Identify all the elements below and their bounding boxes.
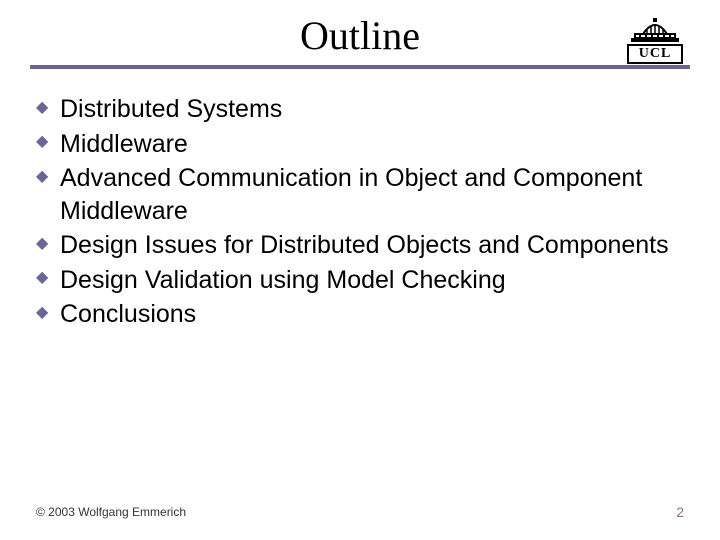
list-item: Conclusions [36, 298, 684, 331]
list-item: Advanced Communication in Object and Com… [36, 162, 684, 227]
dome-icon [631, 16, 679, 42]
list-item: Design Issues for Distributed Objects an… [36, 229, 684, 262]
ucl-logo: UCL [620, 16, 690, 66]
slide-title: Outline [300, 12, 420, 59]
list-item: Distributed Systems [36, 93, 684, 126]
list-item: Design Validation using Model Checking [36, 264, 684, 297]
copyright-text: © 2003 Wolfgang Emmerich [36, 505, 186, 519]
logo-text: UCL [627, 44, 683, 64]
slide-container: Outline [0, 0, 720, 540]
list-item: Middleware [36, 128, 684, 161]
slide-footer: © 2003 Wolfgang Emmerich 2 [36, 504, 684, 520]
outline-list: Distributed Systems Middleware Advanced … [36, 93, 684, 331]
slide-content: Distributed Systems Middleware Advanced … [0, 69, 720, 331]
slide-header: Outline [0, 0, 720, 59]
page-number: 2 [676, 504, 684, 520]
